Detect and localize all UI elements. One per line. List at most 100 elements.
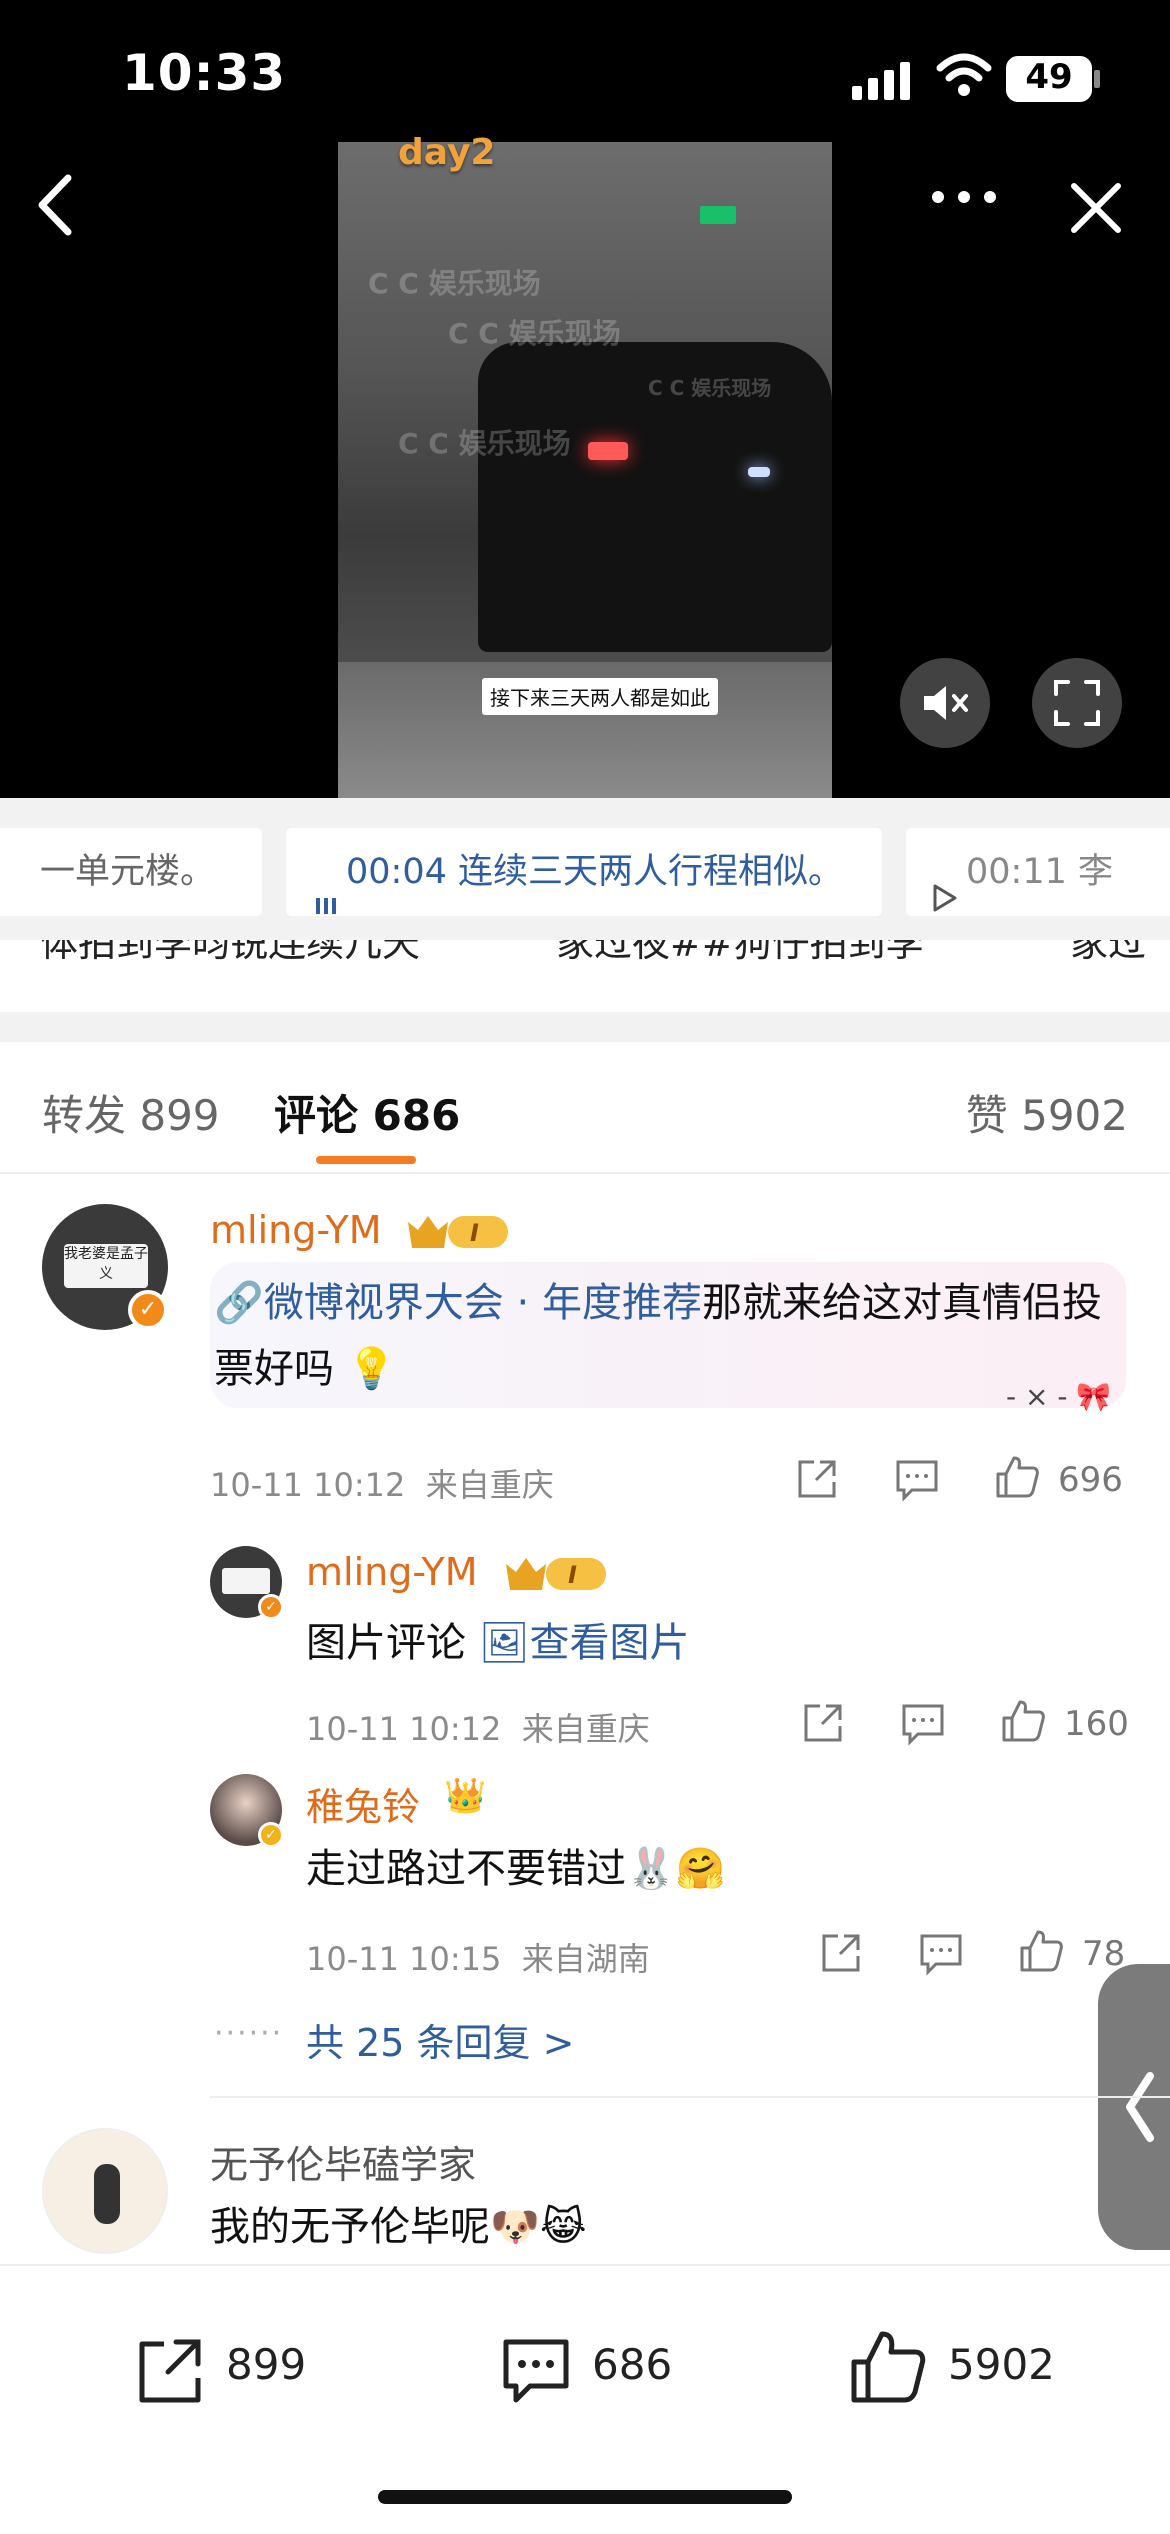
bow-icon: 🎀: [1076, 1380, 1112, 1413]
vip-crown-badge-icon: I: [506, 1558, 606, 1590]
tab-comment[interactable]: 评论 686: [274, 1082, 460, 1143]
reply-icon[interactable]: [900, 1700, 946, 1746]
link-icon: 🔗: [214, 1280, 264, 1326]
comment-text: 🔗微博视界大会 · 年度推荐那就来给这对真情侣投票好吗 💡: [214, 1270, 1114, 1402]
image-icon: 🖼: [478, 1620, 530, 1666]
cellular-signal-icon: [852, 62, 910, 100]
battery-icon: 49: [1006, 56, 1092, 102]
thumbs-up-icon: [851, 2331, 926, 2403]
post-text-peek: 体拍到李昀锐连续几天 家过夜##狗仔拍到李 家过: [0, 940, 1170, 1010]
like-count: 5902: [948, 2340, 1055, 2389]
chapter-label: 一单元楼。: [40, 852, 216, 892]
topic-link[interactable]: 微博视界大会 · 年度推荐: [264, 1280, 702, 1326]
fullscreen-icon: [1054, 680, 1100, 726]
tab-like[interactable]: 赞 5902: [966, 1082, 1128, 1143]
side-panel-handle[interactable]: [1098, 1964, 1170, 2250]
verified-badge-icon: ✓: [258, 1594, 284, 1620]
comment-icon: [503, 2339, 569, 2403]
reply-username[interactable]: 稚兔铃: [306, 1776, 420, 1831]
avatar-sign: [222, 1568, 270, 1594]
watermark: C C 娱乐现场: [648, 376, 772, 400]
view-image-link[interactable]: 查看图片: [530, 1620, 690, 1666]
chapter-chip-active[interactable]: 00:04 连续三天两人行程相似。: [286, 828, 882, 916]
watermark: C C 娱乐现场: [368, 267, 541, 300]
comment-username[interactable]: 无予伦毕磕学家: [210, 2134, 476, 2189]
thumbs-up-icon[interactable]: [994, 1454, 1040, 1500]
svg-text:I: I: [568, 1561, 577, 1589]
wifi-icon: [936, 53, 992, 96]
back-arrow-icon[interactable]: [30, 170, 80, 240]
reply-body: 图片评论: [306, 1620, 466, 1666]
chapter-time: 00:11: [966, 852, 1067, 892]
battery-level: 49: [1025, 57, 1073, 97]
comment-button[interactable]: 686: [496, 2320, 796, 2420]
watermark: C C 娱乐现场: [398, 427, 571, 460]
comment-location: 来自重庆: [425, 1466, 554, 1504]
lightbulb-emoji-icon: 💡: [346, 1346, 397, 1392]
close-icon[interactable]: [1068, 180, 1124, 236]
chapter-label: 李: [1078, 852, 1114, 892]
chapter-chip[interactable]: 一单元楼。: [0, 828, 262, 916]
repost-button[interactable]: 899: [130, 2320, 430, 2420]
bow-text: - × -: [1006, 1380, 1068, 1413]
chapter-strip: 一单元楼。 00:04 连续三天两人行程相似。 00:11 李: [0, 798, 1170, 948]
home-indicator: [378, 2490, 792, 2504]
chapter-time: 00:04: [346, 852, 447, 892]
reply-location: 来自湖南: [521, 1940, 650, 1978]
vip-crown-badge-icon: I: [408, 1216, 508, 1248]
thumbs-up-icon[interactable]: [1000, 1698, 1046, 1744]
tail-light: [588, 442, 628, 460]
section-divider: [0, 1012, 1170, 1042]
comment-divider: [210, 2096, 1170, 2098]
reply-time: 10-11 10:12: [306, 1710, 502, 1748]
side-light: [748, 467, 770, 477]
view-more-replies-link[interactable]: 共 25 条回复 >: [306, 2012, 574, 2067]
status-time: 10:33: [122, 44, 287, 102]
reply-username[interactable]: mling-YM: [306, 1550, 478, 1594]
like-count: 160: [1064, 1704, 1129, 1744]
fullscreen-button[interactable]: [1032, 658, 1122, 748]
comment-username[interactable]: mling-YM: [210, 1208, 382, 1252]
comment-meta: 10-11 10:12 来自重庆: [210, 1460, 554, 1506]
repost-icon: [139, 2339, 201, 2403]
avatar[interactable]: [42, 2128, 168, 2254]
share-icon[interactable]: [794, 1456, 840, 1502]
video-caption: 接下来三天两人都是如此: [482, 678, 718, 715]
video-overlay-title: day2: [398, 132, 496, 173]
like-button[interactable]: 5902: [848, 2320, 1148, 2420]
reply-icon[interactable]: [894, 1456, 940, 1502]
reply-meta: 10-11 10:12 来自重庆: [306, 1704, 650, 1750]
share-icon[interactable]: [818, 1930, 864, 1976]
speaker-muted-icon: [924, 686, 968, 720]
more-options-icon[interactable]: [928, 182, 1000, 212]
playing-bars-icon: [314, 861, 338, 914]
chapter-chip[interactable]: 00:11 李: [906, 828, 1170, 916]
doge-emoji-icon: 🐶: [490, 2204, 540, 2250]
reply-time: 10-11 10:15: [306, 1940, 502, 1978]
cheer-emoji-icon: 🤗: [675, 1846, 726, 1892]
svg-text:I: I: [470, 1219, 479, 1247]
reply-meta: 10-11 10:15 来自湖南: [306, 1934, 650, 1980]
exit-sign: [700, 206, 736, 224]
comment-time: 10-11 10:12: [210, 1466, 406, 1504]
avatar-figure: [94, 2164, 120, 2224]
rabbit-emoji-icon: 🐰: [626, 1846, 676, 1892]
share-icon[interactable]: [800, 1700, 846, 1746]
chapter-label: 连续三天两人行程相似。: [458, 852, 844, 892]
comment-body: 我的无予伦毕呢: [210, 2204, 490, 2250]
active-tab-indicator: [316, 1156, 416, 1164]
thumbs-up-icon[interactable]: [1018, 1928, 1064, 1974]
tab-repost[interactable]: 转发 899: [42, 1082, 220, 1143]
reply-location: 来自重庆: [521, 1710, 650, 1748]
crown-badge-icon: 👑: [444, 1776, 487, 1816]
avatar-sign: 我老婆是孟子义: [64, 1244, 148, 1288]
peek-text: 体拍到李昀锐连续几天: [40, 940, 421, 965]
bow-decoration: - × - 🎀: [1006, 1380, 1111, 1413]
reply-body: 走过路过不要错过: [306, 1846, 626, 1892]
repost-count: 899: [226, 2340, 307, 2389]
play-icon: [932, 858, 958, 912]
mute-button[interactable]: [900, 658, 990, 748]
laugh-emoji-icon: 😹: [539, 2204, 587, 2250]
like-count: 696: [1058, 1460, 1123, 1500]
reply-icon[interactable]: [918, 1930, 964, 1976]
